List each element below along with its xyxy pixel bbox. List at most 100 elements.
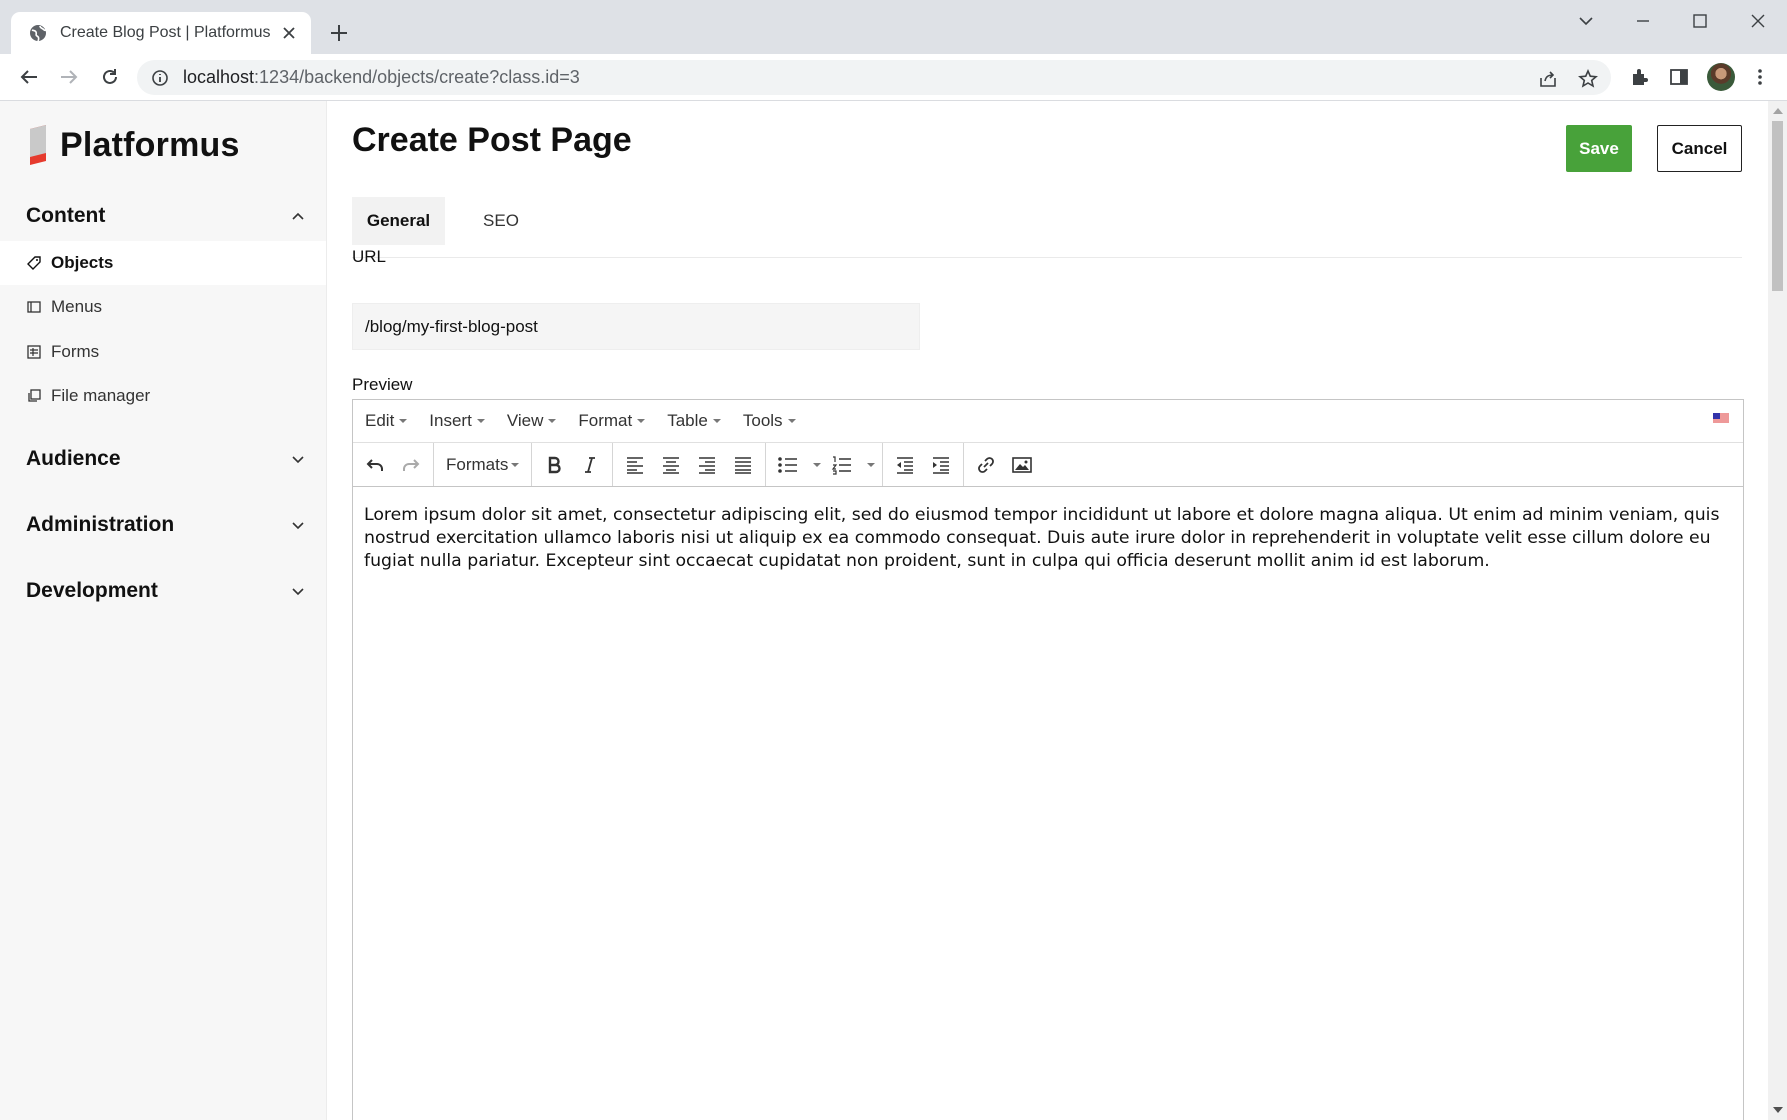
chevron-down-icon xyxy=(290,451,306,467)
list-group xyxy=(766,443,884,486)
redo-icon[interactable] xyxy=(393,447,429,483)
numbered-list-icon[interactable] xyxy=(824,447,860,483)
menu-table[interactable]: Table xyxy=(655,411,731,431)
share-icon[interactable] xyxy=(1537,68,1559,90)
form-icon xyxy=(27,345,41,359)
caret-down-icon xyxy=(712,419,721,423)
caret-down-icon xyxy=(637,419,646,423)
bookmark-star-icon[interactable] xyxy=(1577,68,1599,90)
address-bar[interactable]: localhost:1234/backend/objects/create?cl… xyxy=(137,60,1611,95)
more-menu-icon[interactable] xyxy=(1749,66,1771,88)
extensions-puzzle-icon[interactable] xyxy=(1629,66,1651,88)
sidebar-section-development[interactable]: Development xyxy=(26,576,306,606)
link-icon[interactable] xyxy=(968,447,1004,483)
menu-tools[interactable]: Tools xyxy=(731,411,806,431)
menu-label: Tools xyxy=(742,411,783,430)
site-info-icon[interactable] xyxy=(151,69,169,87)
menu-edit[interactable]: Edit xyxy=(353,411,417,431)
chevron-up-icon xyxy=(290,208,306,224)
minimize-icon[interactable] xyxy=(1632,10,1654,32)
sidebar-section-audience[interactable]: Audience xyxy=(26,444,306,474)
chevron-down-icon xyxy=(290,517,306,533)
menu-label: View xyxy=(506,411,544,430)
side-panel-icon[interactable] xyxy=(1668,66,1690,88)
tab-general[interactable]: General xyxy=(352,197,445,245)
browser-toolbar: localhost:1234/backend/objects/create?cl… xyxy=(0,54,1787,101)
numbered-list-dropdown-icon[interactable] xyxy=(860,447,878,483)
close-tab-icon[interactable] xyxy=(279,23,299,43)
page-scrollbar[interactable] xyxy=(1768,101,1787,1120)
save-button[interactable]: Save xyxy=(1566,125,1632,172)
back-arrow-icon[interactable] xyxy=(18,66,40,88)
forward-arrow-icon[interactable] xyxy=(58,66,80,88)
rich-text-editor: Edit Insert View Format Table Tools Form… xyxy=(352,399,1744,1120)
menu-view[interactable]: View xyxy=(495,411,567,431)
scroll-up-arrow-icon[interactable] xyxy=(1773,108,1783,114)
url-input[interactable]: /blog/my-first-blog-post xyxy=(352,303,920,350)
preview-label: Preview xyxy=(352,375,413,394)
indent-icon[interactable] xyxy=(923,447,959,483)
sidebar-item-label: Forms xyxy=(51,342,100,361)
sidebar-section-administration[interactable]: Administration xyxy=(26,510,306,540)
image-icon[interactable] xyxy=(1004,447,1040,483)
logo-text: Platformus xyxy=(60,125,240,164)
close-window-icon[interactable] xyxy=(1747,10,1769,32)
align-center-icon[interactable] xyxy=(653,447,689,483)
italic-icon[interactable] xyxy=(572,447,608,483)
file-manager-icon xyxy=(27,389,41,403)
new-tab-plus-icon[interactable] xyxy=(328,22,350,44)
menu-label: Table xyxy=(667,411,708,430)
url-label: URL xyxy=(352,247,387,266)
menu-label: Insert xyxy=(429,411,472,430)
editor-content[interactable]: Lorem ipsum dolor sit amet, consectetur … xyxy=(364,504,1734,573)
align-group xyxy=(613,443,767,486)
globe-icon xyxy=(28,23,48,43)
sidebar-item-objects[interactable]: Objects xyxy=(0,241,326,285)
section-title: Content xyxy=(26,204,106,227)
indent-group xyxy=(883,443,965,486)
maximize-icon[interactable] xyxy=(1689,10,1711,32)
main-content: Create Post Page Save Cancel General SEO… xyxy=(352,101,1744,1120)
caret-down-icon xyxy=(812,462,821,467)
sidebar: Platformus Content Objects Menus Forms F… xyxy=(0,101,327,1120)
url-text: localhost:1234/backend/objects/create?cl… xyxy=(183,67,580,88)
tab-title: Create Blog Post | Platformus xyxy=(60,24,271,41)
tab-search-chevron-icon[interactable] xyxy=(1575,10,1597,32)
bullet-list-dropdown-icon[interactable] xyxy=(806,447,824,483)
formats-dropdown[interactable]: Formats xyxy=(438,447,527,483)
editor-toolbar: Formats xyxy=(353,443,1743,487)
caret-down-icon xyxy=(511,462,520,467)
sidebar-section-content[interactable]: Content xyxy=(26,201,306,231)
cancel-button[interactable]: Cancel xyxy=(1657,125,1742,172)
sidebar-item-forms[interactable]: Forms xyxy=(0,330,326,374)
editor-menubar: Edit Insert View Format Table Tools xyxy=(353,400,1743,443)
menu-insert[interactable]: Insert xyxy=(417,411,495,431)
sidebar-item-file-manager[interactable]: File manager xyxy=(0,374,326,418)
browser-tab[interactable]: Create Blog Post | Platformus xyxy=(11,12,311,54)
section-title: Administration xyxy=(26,513,175,536)
sidebar-item-menus[interactable]: Menus xyxy=(0,285,326,329)
style-group xyxy=(532,443,614,486)
align-right-icon[interactable] xyxy=(689,447,725,483)
tab-seo[interactable]: SEO xyxy=(453,197,549,245)
section-title: Development xyxy=(26,579,158,602)
sidebar-item-label: Objects xyxy=(51,253,114,272)
bold-icon[interactable] xyxy=(536,447,572,483)
menu-format[interactable]: Format xyxy=(566,411,655,431)
formats-group: Formats xyxy=(434,443,533,486)
scroll-down-arrow-icon[interactable] xyxy=(1773,1107,1783,1113)
us-flag-icon[interactable] xyxy=(1713,413,1729,424)
logo[interactable]: Platformus xyxy=(26,123,240,167)
caret-down-icon xyxy=(548,419,557,423)
url-path: :1234/backend/objects/create?class.id=3 xyxy=(254,67,580,87)
insert-group xyxy=(964,443,1044,486)
align-justify-icon[interactable] xyxy=(725,447,761,483)
outdent-icon[interactable] xyxy=(887,447,923,483)
scroll-thumb[interactable] xyxy=(1772,121,1783,291)
align-left-icon[interactable] xyxy=(617,447,653,483)
profile-avatar[interactable] xyxy=(1707,63,1735,91)
reload-icon[interactable] xyxy=(99,66,121,88)
undo-icon[interactable] xyxy=(357,447,393,483)
bullet-list-icon[interactable] xyxy=(770,447,806,483)
caret-down-icon xyxy=(787,419,796,423)
